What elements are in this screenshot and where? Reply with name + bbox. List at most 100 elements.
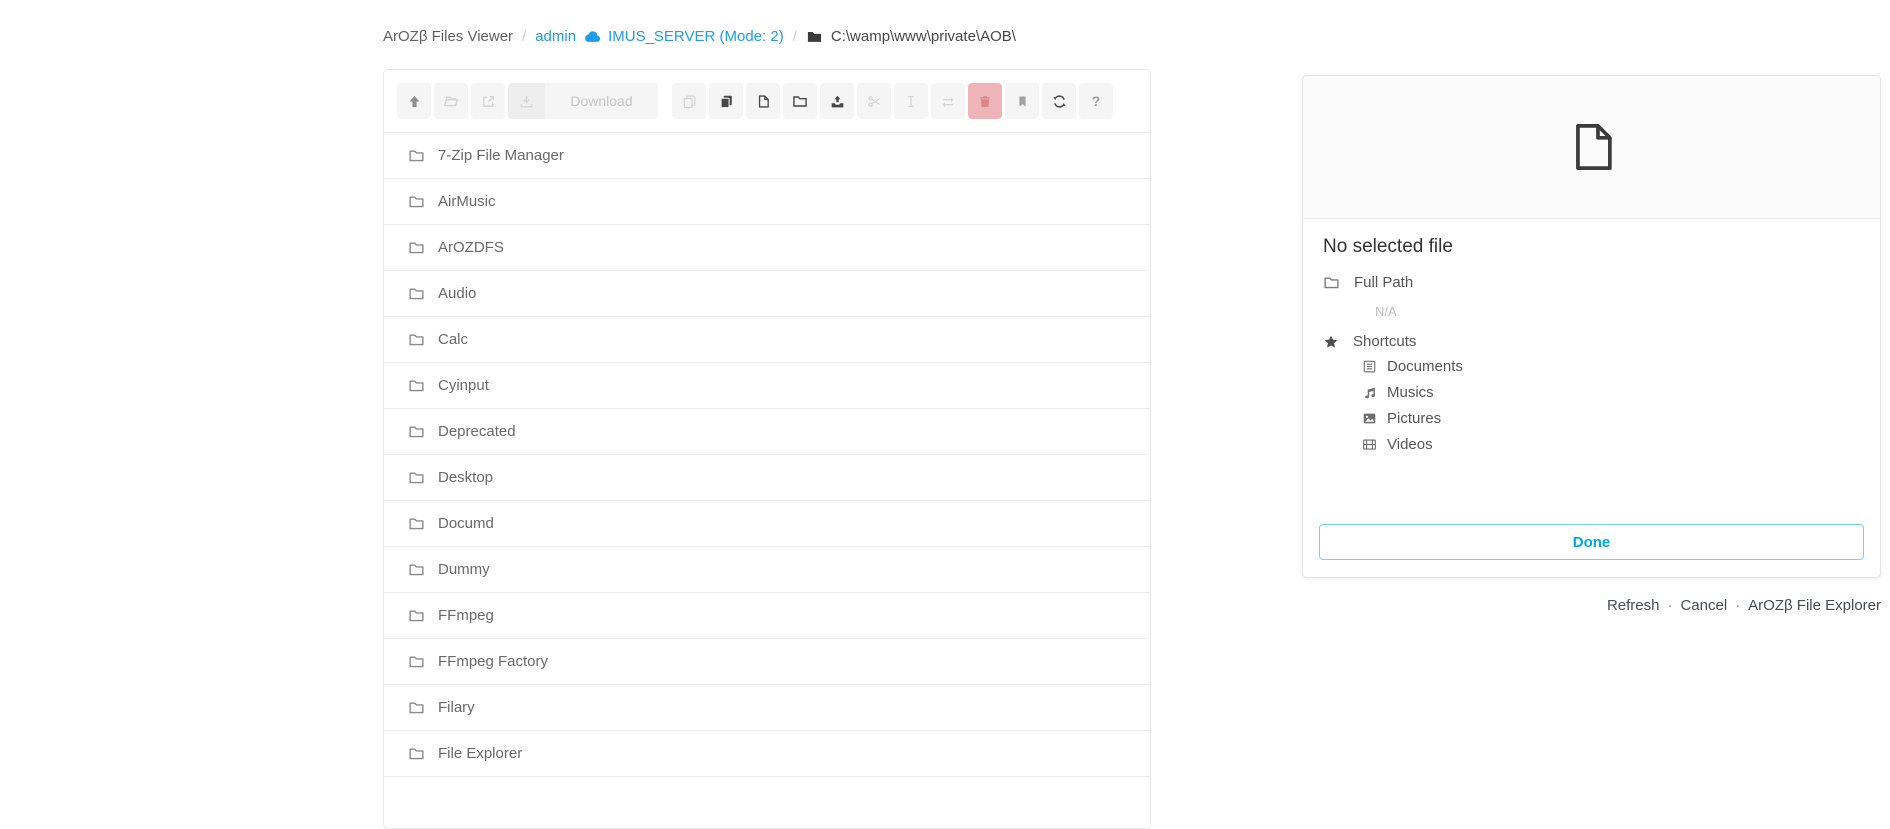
file-name: FFmpeg — [438, 607, 494, 624]
file-row[interactable]: FFmpeg Factory — [384, 639, 1150, 685]
bookmark-button[interactable] — [1005, 83, 1039, 119]
rename-button[interactable] — [894, 83, 928, 119]
folder-icon — [408, 653, 425, 670]
file-row[interactable]: ArOZDFS — [384, 225, 1150, 271]
paste-button[interactable] — [709, 83, 743, 119]
download-icon — [508, 83, 545, 119]
done-button[interactable]: Done — [1319, 524, 1864, 560]
file-row[interactable]: Filary — [384, 685, 1150, 731]
new-folder-icon — [792, 93, 808, 109]
footer-separator: · — [1735, 597, 1740, 614]
film-icon — [1361, 437, 1378, 452]
go-up-button[interactable] — [397, 83, 431, 119]
detail-header: No selected file — [1303, 219, 1880, 264]
bookmark-icon — [1016, 94, 1029, 109]
file-row[interactable]: Desktop — [384, 455, 1150, 501]
file-row[interactable]: Deprecated — [384, 409, 1150, 455]
footer-links: Refresh · Cancel · ArOZβ File Explorer — [1607, 597, 1881, 614]
new-file-button[interactable] — [746, 83, 780, 119]
file-row[interactable]: 7-Zip File Manager — [384, 133, 1150, 179]
upload-button[interactable] — [820, 83, 854, 119]
star-icon — [1323, 334, 1339, 350]
file-row[interactable]: FFmpeg — [384, 593, 1150, 639]
file-row[interactable]: File Explorer — [384, 731, 1150, 777]
cloud-icon — [583, 27, 601, 45]
shortcut-label: Videos — [1387, 436, 1433, 453]
folder-icon — [408, 239, 425, 256]
file-name: Documd — [438, 515, 494, 532]
folder-icon — [408, 515, 425, 532]
shortcut-label: Documents — [1387, 358, 1463, 375]
folder-icon — [408, 285, 425, 302]
clone-icon — [682, 94, 697, 109]
paste-icon — [719, 94, 734, 109]
refresh-link[interactable]: Refresh — [1607, 597, 1660, 614]
open-folder-button[interactable] — [434, 83, 468, 119]
folder-icon — [408, 699, 425, 716]
refresh-button[interactable] — [1042, 83, 1076, 119]
file-row[interactable]: Audio — [384, 271, 1150, 317]
shortcuts-row: Shortcuts — [1323, 333, 1860, 350]
shortcuts-label: Shortcuts — [1353, 333, 1416, 350]
file-name: Deprecated — [438, 423, 516, 440]
current-path: C:\wamp\www\private\AOB\ — [831, 28, 1016, 45]
shortcut-musics[interactable]: Musics — [1361, 384, 1860, 401]
file-detail-card: No selected file Full Path N/A Shortcuts… — [1302, 75, 1881, 578]
shortcut-videos[interactable]: Videos — [1361, 436, 1860, 453]
file-row[interactable]: Dummy — [384, 547, 1150, 593]
help-button[interactable]: ? — [1079, 83, 1113, 119]
file-row[interactable]: Documd — [384, 501, 1150, 547]
refresh-icon — [1052, 94, 1067, 109]
move-button[interactable] — [931, 83, 965, 119]
file-outline-icon — [1566, 121, 1618, 173]
full-path-label: Full Path — [1354, 274, 1413, 291]
breadcrumb-separator: / — [793, 28, 797, 45]
rename-ibeam-icon — [904, 94, 918, 109]
shortcut-pictures[interactable]: Pictures — [1361, 410, 1860, 427]
files-panel: Download — [383, 69, 1151, 829]
file-name: Audio — [438, 285, 476, 302]
app-title: ArOZβ Files Viewer — [383, 28, 513, 45]
file-name: FFmpeg Factory — [438, 653, 548, 670]
clone-button[interactable] — [672, 83, 706, 119]
folder-icon — [408, 147, 425, 164]
upload-icon — [830, 94, 845, 109]
file-name: Filary — [438, 699, 475, 716]
full-path-value: N/A — [1375, 304, 1860, 319]
new-folder-button[interactable] — [783, 83, 817, 119]
folder-icon — [408, 561, 425, 578]
external-link-icon — [481, 94, 496, 109]
file-name: Cyinput — [438, 377, 489, 394]
breadcrumb-separator: / — [522, 28, 526, 45]
shortcut-documents[interactable]: Documents — [1361, 358, 1860, 375]
file-name: ArOZDFS — [438, 239, 504, 256]
shortcut-label: Pictures — [1387, 410, 1441, 427]
folder-icon — [408, 745, 425, 762]
breadcrumb-server-link[interactable]: IMUS_SERVER (Mode: 2) — [608, 28, 784, 45]
open-folder-icon — [443, 93, 459, 109]
open-external-button[interactable] — [471, 83, 505, 119]
file-explorer-link[interactable]: ArOZβ File Explorer — [1748, 597, 1881, 614]
file-name: Desktop — [438, 469, 493, 486]
folder-icon — [1323, 274, 1340, 291]
breadcrumb-user-link[interactable]: admin — [535, 28, 576, 45]
folder-solid-icon — [806, 28, 823, 45]
shortcut-list: Documents Musics Pictures Videos — [1323, 358, 1860, 453]
folder-icon — [408, 331, 425, 348]
trash-icon — [978, 94, 992, 109]
file-row[interactable]: Calc — [384, 317, 1150, 363]
shortcut-label: Musics — [1387, 384, 1434, 401]
download-button[interactable]: Download — [508, 83, 658, 119]
file-row[interactable]: Cyinput — [384, 363, 1150, 409]
file-name: File Explorer — [438, 745, 522, 762]
cancel-link[interactable]: Cancel — [1680, 597, 1727, 614]
download-label: Download — [545, 93, 658, 109]
folder-icon — [408, 469, 425, 486]
breadcrumb: ArOZβ Files Viewer / admin IMUS_SERVER (… — [383, 27, 1016, 45]
file-row[interactable]: AirMusic — [384, 179, 1150, 225]
arrow-up-icon — [407, 94, 422, 109]
file-preview-area — [1303, 76, 1880, 219]
folder-icon — [408, 377, 425, 394]
delete-button[interactable] — [968, 83, 1002, 119]
cut-button[interactable] — [857, 83, 891, 119]
